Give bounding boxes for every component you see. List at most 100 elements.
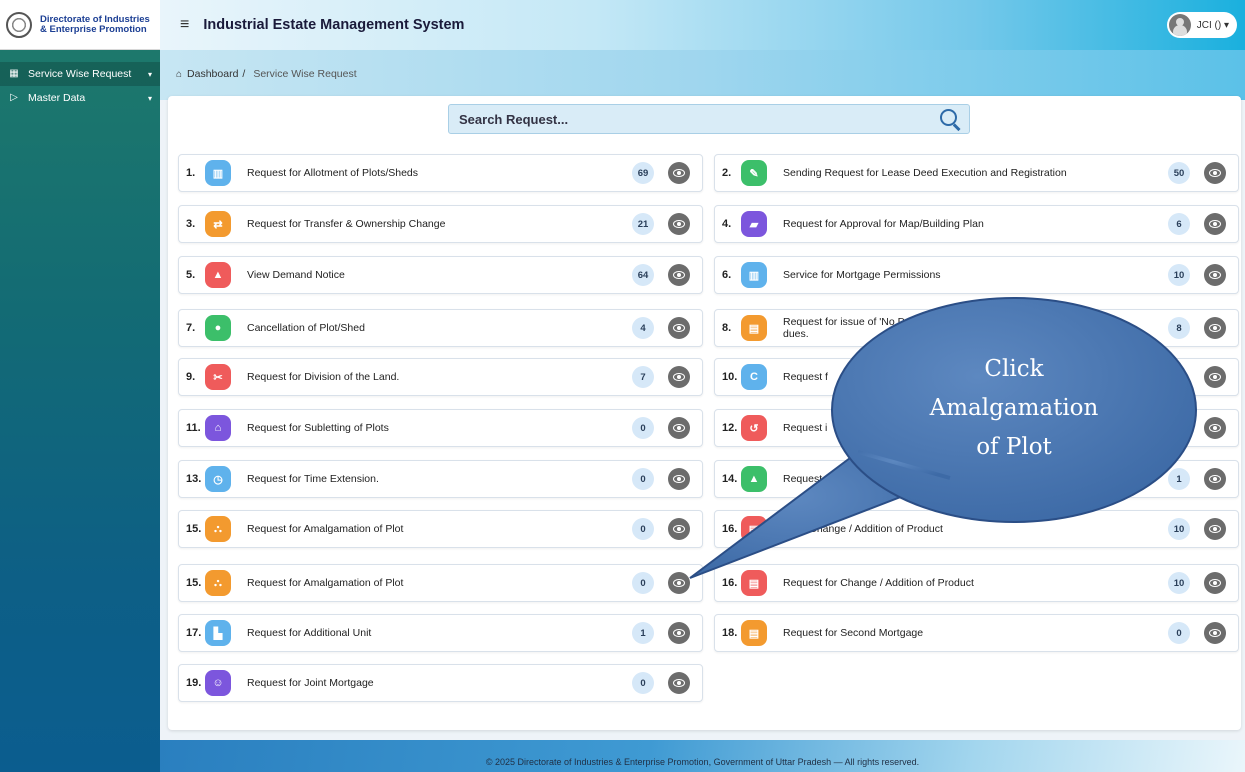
view-eye-icon[interactable]	[1204, 317, 1226, 339]
request-title: Request for Allotment of Plots/Sheds	[247, 167, 632, 179]
request-card[interactable]: 11. ⌂ Request for Subletting of Plots 0	[178, 409, 703, 447]
hamburger-menu-icon[interactable]: ≡	[180, 16, 189, 34]
count-badge: 0	[1168, 622, 1190, 644]
count-badge: 10	[1168, 518, 1190, 540]
request-card[interactable]: 15. ⛬ Request for Amalgamation of Plot 0	[178, 510, 703, 548]
footer: © 2025 Directorate of Industries & Enter…	[160, 740, 1245, 772]
request-title-text: Request f	[783, 371, 828, 383]
request-icon: ▤	[741, 570, 767, 596]
request-card[interactable]: 19. ☺ Request for Joint Mortgage 0	[178, 664, 703, 702]
grid-icon: ▦	[9, 68, 19, 79]
view-eye-icon[interactable]	[668, 417, 690, 439]
request-title-text: Request for Time Extension.	[247, 473, 379, 485]
search-bar[interactable]: Search Request...	[448, 104, 970, 134]
sidebar-item-master-data[interactable]: ▷ Master Data ▾	[0, 86, 160, 110]
request-card[interactable]: 5. ▲ View Demand Notice 64	[178, 256, 703, 294]
search-input[interactable]: Search Request...	[459, 112, 937, 127]
view-eye-icon[interactable]	[668, 213, 690, 235]
breadcrumb-dashboard[interactable]: Dashboard	[187, 68, 238, 80]
request-card[interactable]: 7. ● Cancellation of Plot/Shed 4	[178, 309, 703, 347]
view-eye-icon[interactable]	[668, 518, 690, 540]
request-title-text: Request for Change / Addition of Product	[783, 577, 974, 589]
request-icon: ✎	[741, 160, 767, 186]
request-card[interactable]: 8. ▤ Request for issue of 'No Du t of all du…	[714, 309, 1239, 347]
request-number: 15.	[186, 523, 202, 535]
request-title: View Demand Notice	[247, 269, 632, 281]
request-card[interactable]: 17. ▙ Request for Additional Unit 1	[178, 614, 703, 652]
avatar	[1168, 14, 1191, 36]
request-icon: ⇄	[205, 211, 231, 237]
request-card[interactable]: 16. ▤ st for Change / Addition of Product 1…	[714, 510, 1239, 548]
request-title-text: Request for Joint Mortgage	[247, 677, 374, 689]
count-badge: 0	[632, 417, 654, 439]
view-eye-icon[interactable]	[1204, 417, 1226, 439]
view-eye-icon[interactable]	[668, 468, 690, 490]
view-eye-icon[interactable]	[668, 622, 690, 644]
request-title-text-3: dues.	[783, 328, 809, 340]
request-number: 8.	[722, 322, 732, 334]
view-eye-icon[interactable]	[668, 572, 690, 594]
request-icon: ⛬	[205, 570, 231, 596]
request-title: Service for Mortgage Permissions	[783, 269, 1168, 281]
logo[interactable]: Directorate of Industries & Enterprise P…	[0, 0, 160, 50]
request-number: 15.	[186, 577, 202, 589]
count-badge: 0	[632, 572, 654, 594]
view-eye-icon[interactable]	[668, 317, 690, 339]
search-icon[interactable]	[937, 106, 963, 132]
request-icon: C	[741, 364, 767, 390]
count-badge: 1	[632, 622, 654, 644]
request-card[interactable]: 3. ⇄ Request for Transfer & Ownership Chan…	[178, 205, 703, 243]
request-title: Request for Division of the Land.	[247, 371, 632, 383]
request-card[interactable]: 6. ▥ Service for Mortgage Permissions 10	[714, 256, 1239, 294]
footer-text: © 2025 Directorate of Industries & Enter…	[485, 757, 920, 767]
request-card[interactable]: 2. ✎ Sending Request for Lease Deed Execut…	[714, 154, 1239, 192]
view-eye-icon[interactable]	[668, 162, 690, 184]
view-eye-icon[interactable]	[1204, 213, 1226, 235]
user-menu[interactable]: JCI () ▾	[1166, 12, 1237, 38]
request-title: Request for Subletting of Plots	[247, 422, 632, 434]
request-card[interactable]: 9. ✂ Request for Division of the Land. 7	[178, 358, 703, 396]
request-card[interactable]: 16. ▤ Request for Change / Addition of Pro…	[714, 564, 1239, 602]
view-eye-icon[interactable]	[1204, 468, 1226, 490]
view-eye-icon[interactable]	[668, 366, 690, 388]
view-eye-icon[interactable]	[1204, 366, 1226, 388]
request-title-text: Request for Additional Unit	[247, 627, 372, 639]
request-number: 10.	[722, 371, 738, 383]
request-card[interactable]: 4. ▰ Request for Approval for Map/Building…	[714, 205, 1239, 243]
count-badge: 0	[632, 518, 654, 540]
request-card[interactable]: 1. ▥ Request for Allotment of Plots/Sheds 6…	[178, 154, 703, 192]
request-icon: ▲	[205, 262, 231, 288]
sidebar-item-service-wise-request[interactable]: ▦ Service Wise Request ▾	[0, 62, 160, 86]
view-eye-icon[interactable]	[1204, 264, 1226, 286]
count-badge: 0	[632, 468, 654, 490]
home-icon[interactable]: ⌂	[176, 69, 182, 80]
view-eye-icon[interactable]	[1204, 622, 1226, 644]
view-eye-icon[interactable]	[668, 264, 690, 286]
request-number: 16.	[722, 523, 738, 535]
count-badge: 10	[1168, 264, 1190, 286]
request-icon: ▥	[205, 160, 231, 186]
request-number: 14.	[722, 473, 738, 485]
view-eye-icon[interactable]	[1204, 162, 1226, 184]
request-card[interactable]: 13. ◷ Request for Time Extension. 0	[178, 460, 703, 498]
request-card[interactable]: 18. ▤ Request for Second Mortgage 0	[714, 614, 1239, 652]
request-number: 5.	[186, 269, 196, 281]
request-title-text: Request for Allotment of Plots/Sheds	[247, 167, 419, 179]
request-number: 3.	[186, 218, 196, 230]
user-name: JCI () ▾	[1196, 19, 1229, 31]
request-title-text: Request f	[783, 473, 828, 485]
count-badge: 4	[632, 317, 654, 339]
request-card[interactable]: 15. ⛬ Request for Amalgamation of Plot 0	[178, 564, 703, 602]
request-title-text: Service for Mortgage Permissions	[783, 269, 941, 281]
view-eye-icon[interactable]	[1204, 518, 1226, 540]
app-title: Industrial Estate Management System	[203, 17, 465, 33]
view-eye-icon[interactable]	[1204, 572, 1226, 594]
view-eye-icon[interactable]	[668, 672, 690, 694]
request-icon: ▤	[741, 516, 767, 542]
request-title-text: Request for Subletting of Plots	[247, 422, 389, 434]
request-title-text: Request for Transfer & Ownership Change	[247, 218, 446, 230]
emblem-icon	[6, 11, 32, 38]
request-title-text: st for Change / Addition of Product	[783, 523, 943, 535]
logo-text: Directorate of Industries & Enterprise P…	[40, 14, 150, 35]
sidebar-item-label: Service Wise Request	[28, 68, 132, 80]
